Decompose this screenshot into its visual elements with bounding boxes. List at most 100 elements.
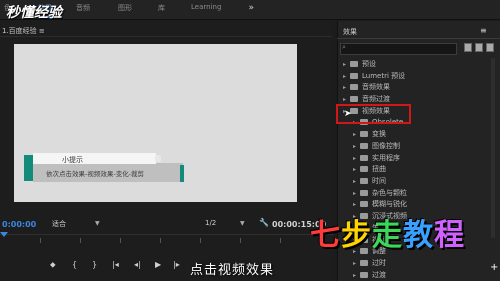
wrench-icon[interactable]: 🔧 bbox=[259, 218, 269, 227]
folder-icon bbox=[360, 142, 368, 149]
effect-folder-label: 时间 bbox=[372, 177, 386, 185]
tip-title: 小提示 bbox=[62, 156, 83, 164]
ruler-tick bbox=[200, 238, 201, 243]
workspace-tab-learning[interactable]: Learning bbox=[191, 3, 221, 11]
chevron-right-icon[interactable]: ▸ bbox=[353, 190, 360, 197]
ruler-tick bbox=[240, 238, 241, 243]
accelerated-effects-icon[interactable] bbox=[464, 43, 472, 52]
lower-third-tab bbox=[33, 153, 156, 164]
effect-folder-label: 扭曲 bbox=[372, 165, 386, 174]
folder-icon bbox=[360, 201, 368, 208]
32bit-effects-icon[interactable] bbox=[475, 43, 483, 52]
chevron-right-icon[interactable]: ▸ bbox=[343, 84, 350, 91]
chevron-right-icon[interactable]: ▸ bbox=[343, 61, 350, 68]
chevron-right-icon[interactable]: ▸ bbox=[343, 96, 350, 103]
chevron-right-icon[interactable]: ▸ bbox=[353, 272, 360, 279]
folder-icon bbox=[360, 259, 368, 266]
effect-subfolder[interactable]: ▸ 扭曲 bbox=[353, 164, 386, 175]
workspace-tab-audio[interactable]: 音频 bbox=[76, 3, 90, 13]
playhead-timecode[interactable]: 0:00:00 bbox=[2, 220, 36, 229]
effect-folder-label: 音频过渡 bbox=[362, 95, 390, 104]
lower-third-knob bbox=[155, 155, 161, 162]
effects-panel-title[interactable]: 效果 bbox=[343, 27, 357, 37]
watermark-char: 教 bbox=[403, 218, 434, 253]
effect-folder-label: 过时 bbox=[372, 258, 386, 267]
effect-folder-label: 实用程序 bbox=[372, 153, 400, 162]
program-monitor-title[interactable]: 1.百度经验 ≡ bbox=[2, 26, 45, 36]
effect-folder-label: 过渡 bbox=[372, 270, 386, 279]
tip-text: 依次点击效果-视频效果-变化-裁剪 bbox=[46, 170, 145, 178]
video-subtitle: 点击视频效果 bbox=[190, 263, 275, 278]
play-button[interactable]: ▶ bbox=[155, 260, 161, 269]
workspace-tab-graphics[interactable]: 图形 bbox=[118, 3, 132, 13]
ruler-tick bbox=[80, 238, 81, 243]
watermark-char: 七 bbox=[310, 218, 341, 253]
effect-subfolder[interactable]: ▸ 实用程序 bbox=[353, 153, 400, 164]
effect-folder-label: Lumetri 预设 bbox=[362, 71, 406, 80]
folder-icon bbox=[360, 189, 368, 196]
resolution-select[interactable]: 1/2 bbox=[205, 219, 216, 227]
effect-subfolder[interactable]: ▸ 模糊与锐化 bbox=[353, 199, 407, 210]
effect-subfolder[interactable]: ▸ 变换 bbox=[353, 129, 386, 140]
folder-icon bbox=[360, 154, 368, 161]
add-marker-button[interactable]: ⬥ bbox=[50, 260, 56, 270]
playhead-marker[interactable] bbox=[0, 232, 8, 237]
yuv-effects-icon[interactable] bbox=[486, 43, 494, 52]
chevron-right-icon[interactable]: ▸ bbox=[353, 201, 360, 208]
ruler-tick bbox=[40, 238, 41, 243]
ruler-tick bbox=[120, 238, 121, 243]
effect-folder-label: 图像控制 bbox=[372, 141, 400, 150]
folder-icon bbox=[350, 84, 358, 91]
folder-icon bbox=[350, 72, 358, 79]
effect-subfolder[interactable]: ▸ 过渡 bbox=[353, 270, 386, 281]
divider bbox=[0, 36, 332, 37]
watermark-char: 步 bbox=[341, 218, 372, 253]
effects-search-input[interactable] bbox=[340, 43, 457, 55]
add-button-icon[interactable]: + bbox=[490, 262, 498, 273]
mouse-cursor-icon: ➤ bbox=[344, 109, 352, 119]
watermark-logo: 秒懂经验 bbox=[6, 5, 62, 21]
chevron-right-icon[interactable]: ▸ bbox=[353, 155, 360, 162]
time-ruler[interactable] bbox=[0, 234, 333, 245]
chevron-down-icon[interactable]: ▼ bbox=[240, 220, 245, 227]
chevron-right-icon[interactable]: ▸ bbox=[353, 260, 360, 267]
effect-subfolder[interactable]: ▸ 过时 bbox=[353, 258, 386, 269]
chevron-right-icon[interactable]: ▸ bbox=[353, 166, 360, 173]
folder-icon bbox=[360, 166, 368, 173]
mark-out-button[interactable]: } bbox=[92, 260, 97, 269]
go-to-in-button[interactable]: |◂ bbox=[112, 260, 119, 269]
effect-folder[interactable]: ▸ 预设 bbox=[343, 59, 376, 70]
workspace-tab-libraries[interactable]: 库 bbox=[158, 3, 165, 13]
lower-third-accent-right bbox=[180, 165, 184, 182]
chevron-down-icon[interactable]: ▼ bbox=[95, 220, 100, 227]
watermark-title: 七步走教程 bbox=[310, 210, 465, 254]
effect-subfolder[interactable]: ▸ 杂色与颗粒 bbox=[353, 188, 407, 199]
effect-folder-label: 杂色与颗粒 bbox=[372, 188, 407, 197]
folder-icon bbox=[360, 178, 368, 184]
effects-scrollbar[interactable] bbox=[491, 58, 495, 238]
effect-folder-label: 预设 bbox=[362, 60, 376, 68]
chevron-right-icon[interactable]: ▸ bbox=[343, 73, 350, 80]
step-forward-button[interactable]: |▸ bbox=[173, 260, 180, 269]
chevron-right-icon[interactable]: ▸ bbox=[353, 178, 360, 185]
chevron-right-icon[interactable]: ▸ bbox=[353, 143, 360, 150]
mark-in-button[interactable]: { bbox=[72, 260, 77, 269]
ruler-tick bbox=[280, 238, 281, 243]
folder-icon bbox=[350, 61, 358, 67]
effect-subfolder[interactable]: ▸ 图像控制 bbox=[353, 141, 400, 152]
zoom-level-select[interactable]: 适合 bbox=[52, 219, 66, 229]
watermark-char: 走 bbox=[372, 218, 403, 253]
effect-folder[interactable]: ▸ Lumetri 预设 bbox=[343, 71, 405, 82]
effect-subfolder[interactable]: ▸ 时间 bbox=[353, 176, 386, 187]
chevron-right-icon[interactable]: ▸ bbox=[353, 131, 360, 138]
step-back-button[interactable]: ◂| bbox=[134, 260, 141, 269]
ruler-tick bbox=[160, 238, 161, 243]
effect-folder[interactable]: ▸ 音频效果 bbox=[343, 82, 390, 93]
folder-icon bbox=[360, 271, 368, 278]
watermark-char: 程 bbox=[434, 218, 465, 253]
effect-folder-label: 变换 bbox=[372, 130, 386, 139]
effect-folder-label: 模糊与锐化 bbox=[372, 200, 407, 209]
more-workspaces-icon[interactable]: » bbox=[248, 3, 254, 13]
effect-folder-label: 音频效果 bbox=[362, 83, 390, 92]
panel-menu-icon[interactable]: ≡ bbox=[480, 26, 487, 35]
